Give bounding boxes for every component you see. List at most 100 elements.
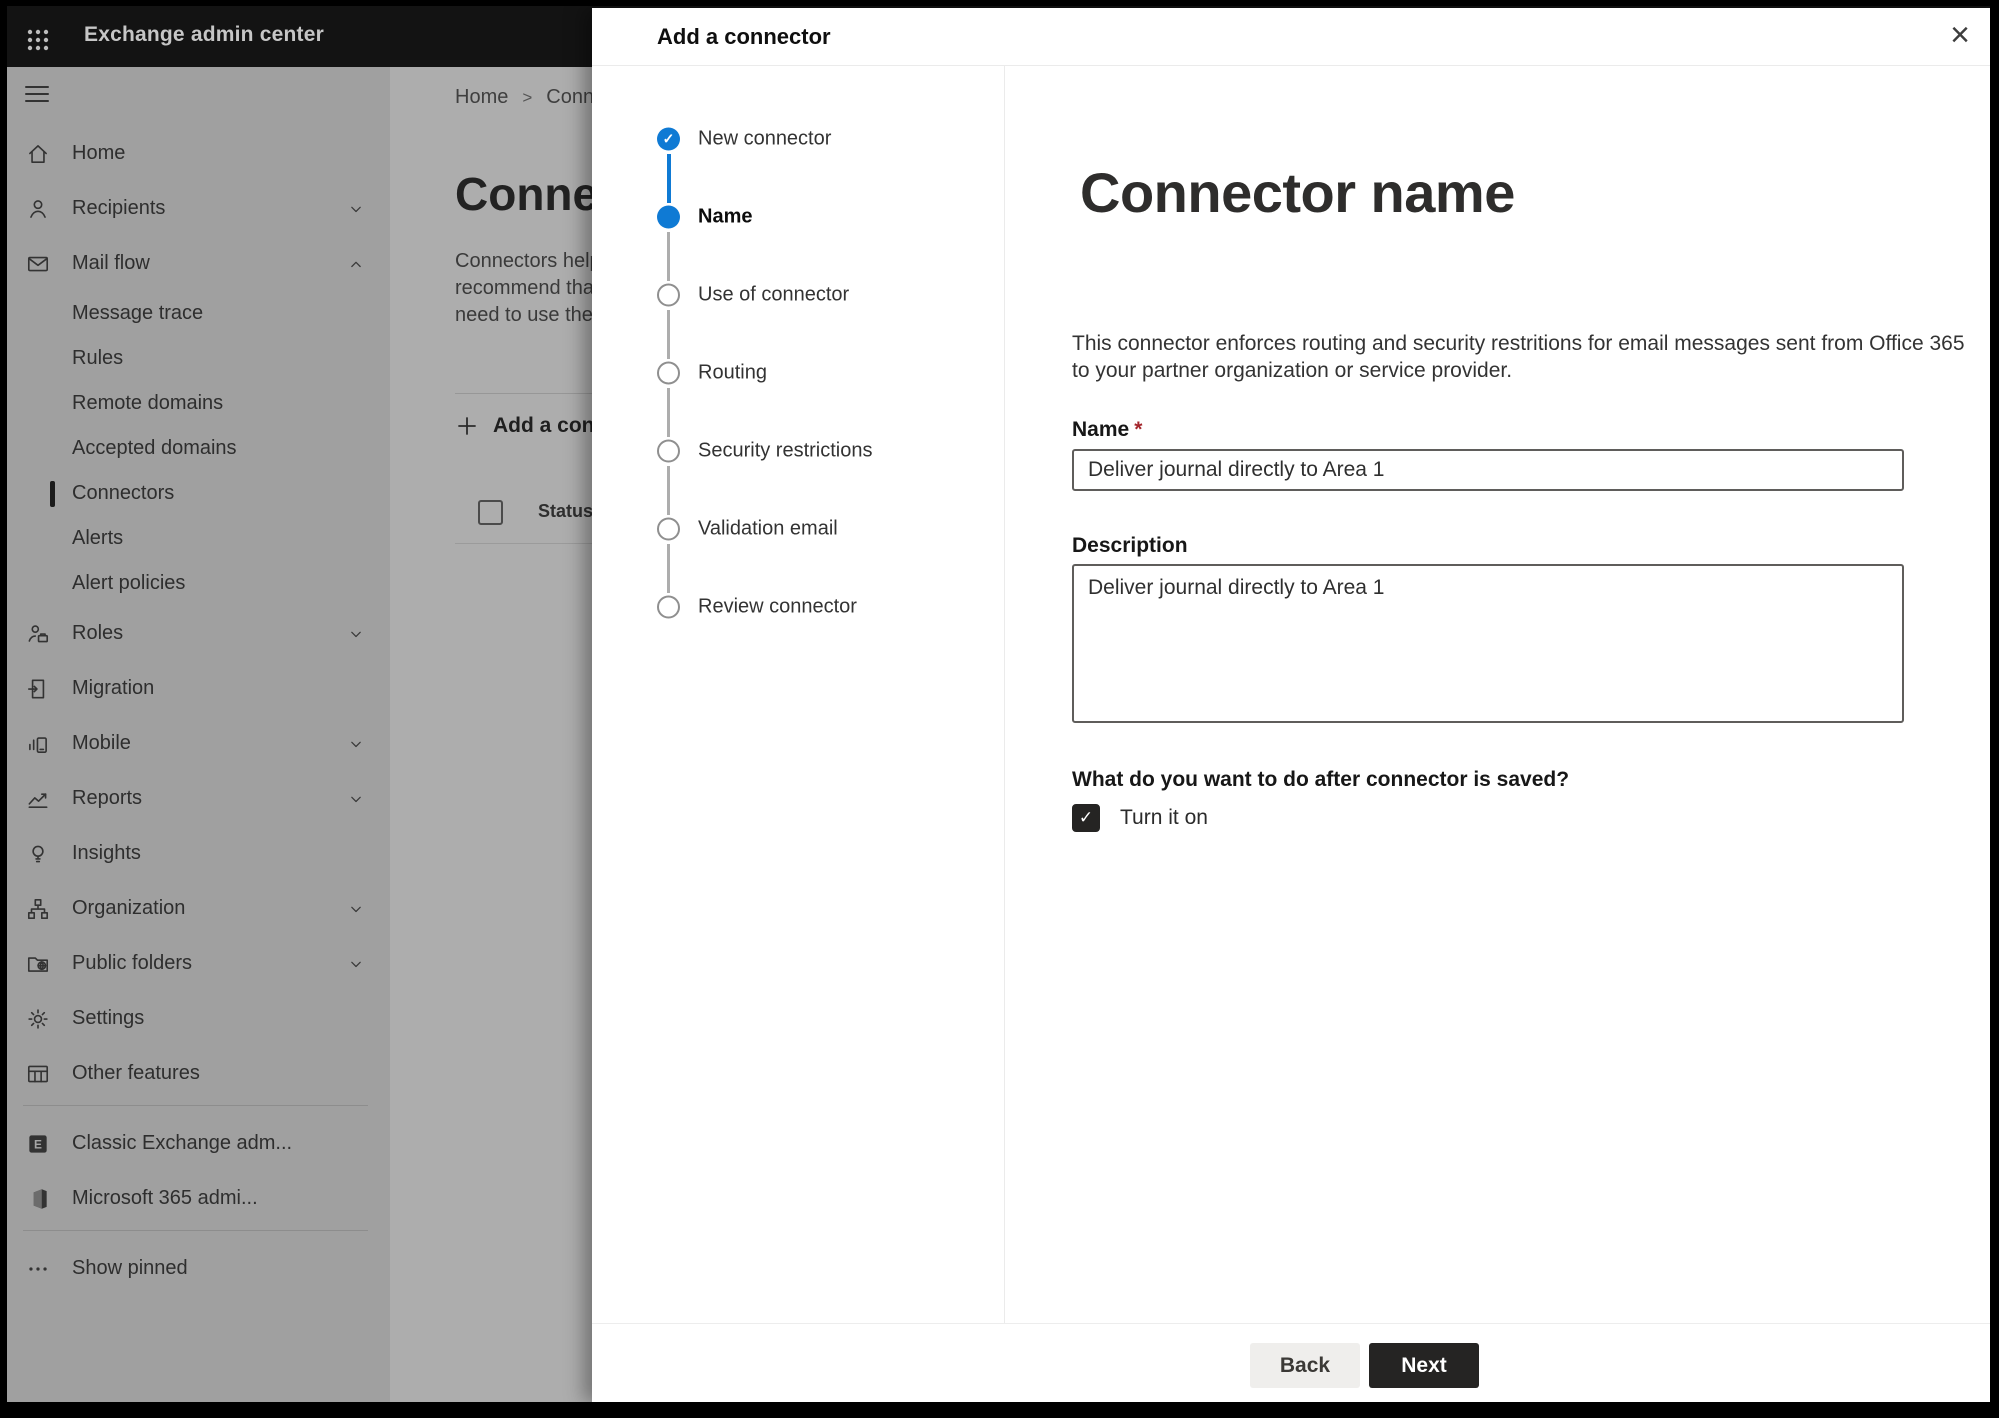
app-title: Exchange admin center xyxy=(84,23,324,46)
sidebar-item-insights[interactable]: Insights xyxy=(7,826,390,881)
mobile-icon xyxy=(25,731,51,757)
page-description: Connectors help recommend that need to u… xyxy=(455,250,601,326)
next-button[interactable]: Next xyxy=(1369,1343,1479,1388)
sidebar-item-label: Show pinned xyxy=(72,1257,188,1279)
sidebar-item-migration[interactable]: Migration xyxy=(7,661,390,716)
status-column-header[interactable]: Status xyxy=(538,501,593,522)
sidebar-item-alerts[interactable]: Alerts xyxy=(7,516,390,561)
sidebar-item-remote-domains[interactable]: Remote domains xyxy=(7,381,390,426)
show-pinned-icon xyxy=(25,1256,51,1282)
sidebar-item-rules[interactable]: Rules xyxy=(7,336,390,381)
app-launcher-icon[interactable] xyxy=(25,27,51,53)
wizard-steps: ✓ New connector Name Use of connector Ro… xyxy=(657,100,987,646)
home-icon xyxy=(25,141,51,167)
sidebar-item-label: Migration xyxy=(72,677,155,699)
sidebar-item-alert-policies[interactable]: Alert policies xyxy=(7,561,390,606)
step-circle-icon xyxy=(657,439,680,463)
wizard-step-use-of-connector[interactable]: Use of connector xyxy=(657,256,987,359)
sidebar-item-label: Home xyxy=(72,142,126,164)
wizard-step-routing[interactable]: Routing xyxy=(657,334,987,437)
sidebar-item-message-trace[interactable]: Message trace xyxy=(7,291,390,336)
sidebar: Home Recipients Mail flow Message trace xyxy=(7,67,390,1402)
chevron-down-icon xyxy=(346,899,366,919)
sidebar-item-label: Mail flow xyxy=(72,252,150,274)
sidebar-item-label: Alerts xyxy=(72,527,124,549)
wizard-step-name[interactable]: Name xyxy=(657,178,987,281)
add-icon xyxy=(455,414,479,438)
sidebar-item-mail-flow[interactable]: Mail flow xyxy=(7,236,390,291)
turn-it-on-label: Turn it on xyxy=(1120,806,1208,829)
sidebar-item-label: Accepted domains xyxy=(72,437,237,459)
step-circle-icon xyxy=(657,361,680,385)
step-label: Security restrictions xyxy=(698,439,873,462)
sidebar-item-label: Remote domains xyxy=(72,392,224,414)
sidebar-item-accepted-domains[interactable]: Accepted domains xyxy=(7,426,390,471)
turn-it-on-row: ✓ Turn it on xyxy=(1072,804,1208,832)
sidebar-item-label: Mobile xyxy=(72,732,131,754)
sidebar-divider xyxy=(23,1105,368,1106)
sidebar-item-label: Settings xyxy=(72,1007,145,1029)
sidebar-item-other-features[interactable]: Other features xyxy=(7,1046,390,1101)
step-label: Use of connector xyxy=(698,283,850,306)
name-field-label: Name * xyxy=(1072,418,1143,441)
sidebar-item-organization[interactable]: Organization xyxy=(7,881,390,936)
sidebar-item-label: Recipients xyxy=(72,197,166,219)
sidebar-item-reports[interactable]: Reports xyxy=(7,771,390,826)
wizard-step-security-restrictions[interactable]: Security restrictions xyxy=(657,412,987,515)
after-save-question: What do you want to do after connector i… xyxy=(1072,768,1570,791)
sidebar-item-settings[interactable]: Settings xyxy=(7,991,390,1046)
turn-it-on-checkbox[interactable]: ✓ xyxy=(1072,804,1100,832)
wizard-step-review-connector[interactable]: Review connector xyxy=(657,568,987,646)
description-field-label: Description xyxy=(1072,534,1188,557)
sidebar-item-connectors[interactable]: Connectors xyxy=(7,471,390,516)
wizard-step-validation-email[interactable]: Validation email xyxy=(657,490,987,593)
dialog-header-divider xyxy=(592,65,1990,66)
step-label: Review connector xyxy=(698,595,857,618)
sidebar-item-roles[interactable]: Roles xyxy=(7,606,390,661)
sidebar-item-label: Message trace xyxy=(72,302,204,324)
step-circle-icon xyxy=(657,283,680,307)
sidebar-item-label: Organization xyxy=(72,897,186,919)
name-input[interactable] xyxy=(1072,449,1904,491)
microsoft-365-icon xyxy=(25,1186,51,1212)
sidebar-item-show-pinned[interactable]: Show pinned xyxy=(7,1241,390,1296)
add-connector-button[interactable]: Add a conn xyxy=(455,407,607,445)
sidebar-item-classic-exchange-adm[interactable]: E Classic Exchange adm... xyxy=(7,1116,390,1171)
back-button[interactable]: Back xyxy=(1250,1343,1360,1388)
step-circle-icon xyxy=(657,205,680,229)
sidebar-item-label: Roles xyxy=(72,622,124,644)
select-all-checkbox[interactable] xyxy=(478,500,503,525)
sidebar-item-label: Public folders xyxy=(72,952,193,974)
step-label: Validation email xyxy=(698,517,838,540)
breadcrumb-home-link[interactable]: Home xyxy=(455,86,508,109)
step-circle-icon: ✓ xyxy=(657,127,680,151)
sidebar-item-recipients[interactable]: Recipients xyxy=(7,181,390,236)
sidebar-item-mobile[interactable]: Mobile xyxy=(7,716,390,771)
chevron-down-icon xyxy=(346,199,366,219)
dialog-title: Add a connector xyxy=(657,24,831,49)
sidebar-item-label: Rules xyxy=(72,347,124,369)
sidebar-item-home[interactable]: Home xyxy=(7,126,390,181)
close-icon[interactable]: × xyxy=(1946,14,1974,56)
step-circle-icon xyxy=(657,595,680,619)
sidebar-item-label: Classic Exchange adm... xyxy=(72,1132,293,1154)
wizard-step-new-connector[interactable]: ✓ New connector xyxy=(657,100,987,203)
sidebar-item-public-folders[interactable]: Public folders xyxy=(7,936,390,991)
connector-name-heading: Connector name xyxy=(1080,161,1515,224)
classic-exchange-icon: E xyxy=(25,1131,51,1157)
organization-icon xyxy=(25,896,51,922)
mail-icon xyxy=(25,251,51,277)
sidebar-divider xyxy=(23,1230,368,1231)
description-textarea[interactable]: Deliver journal directly to Area 1 xyxy=(1072,564,1904,723)
chevron-up-icon xyxy=(346,254,366,274)
step-label: New connector xyxy=(698,127,832,150)
dialog-footer-divider xyxy=(592,1323,1990,1324)
sidebar-item-microsoft-365-admi[interactable]: Microsoft 365 admi... xyxy=(7,1171,390,1226)
svg-text:E: E xyxy=(34,1137,42,1151)
step-label: Routing xyxy=(698,361,767,384)
sidebar-item-label: Other features xyxy=(72,1062,200,1084)
sidebar-nav: Home Recipients Mail flow Message trace xyxy=(7,126,390,1296)
chevron-down-icon xyxy=(346,624,366,644)
hamburger-menu-icon[interactable] xyxy=(25,86,49,102)
step-circle-icon xyxy=(657,517,680,541)
